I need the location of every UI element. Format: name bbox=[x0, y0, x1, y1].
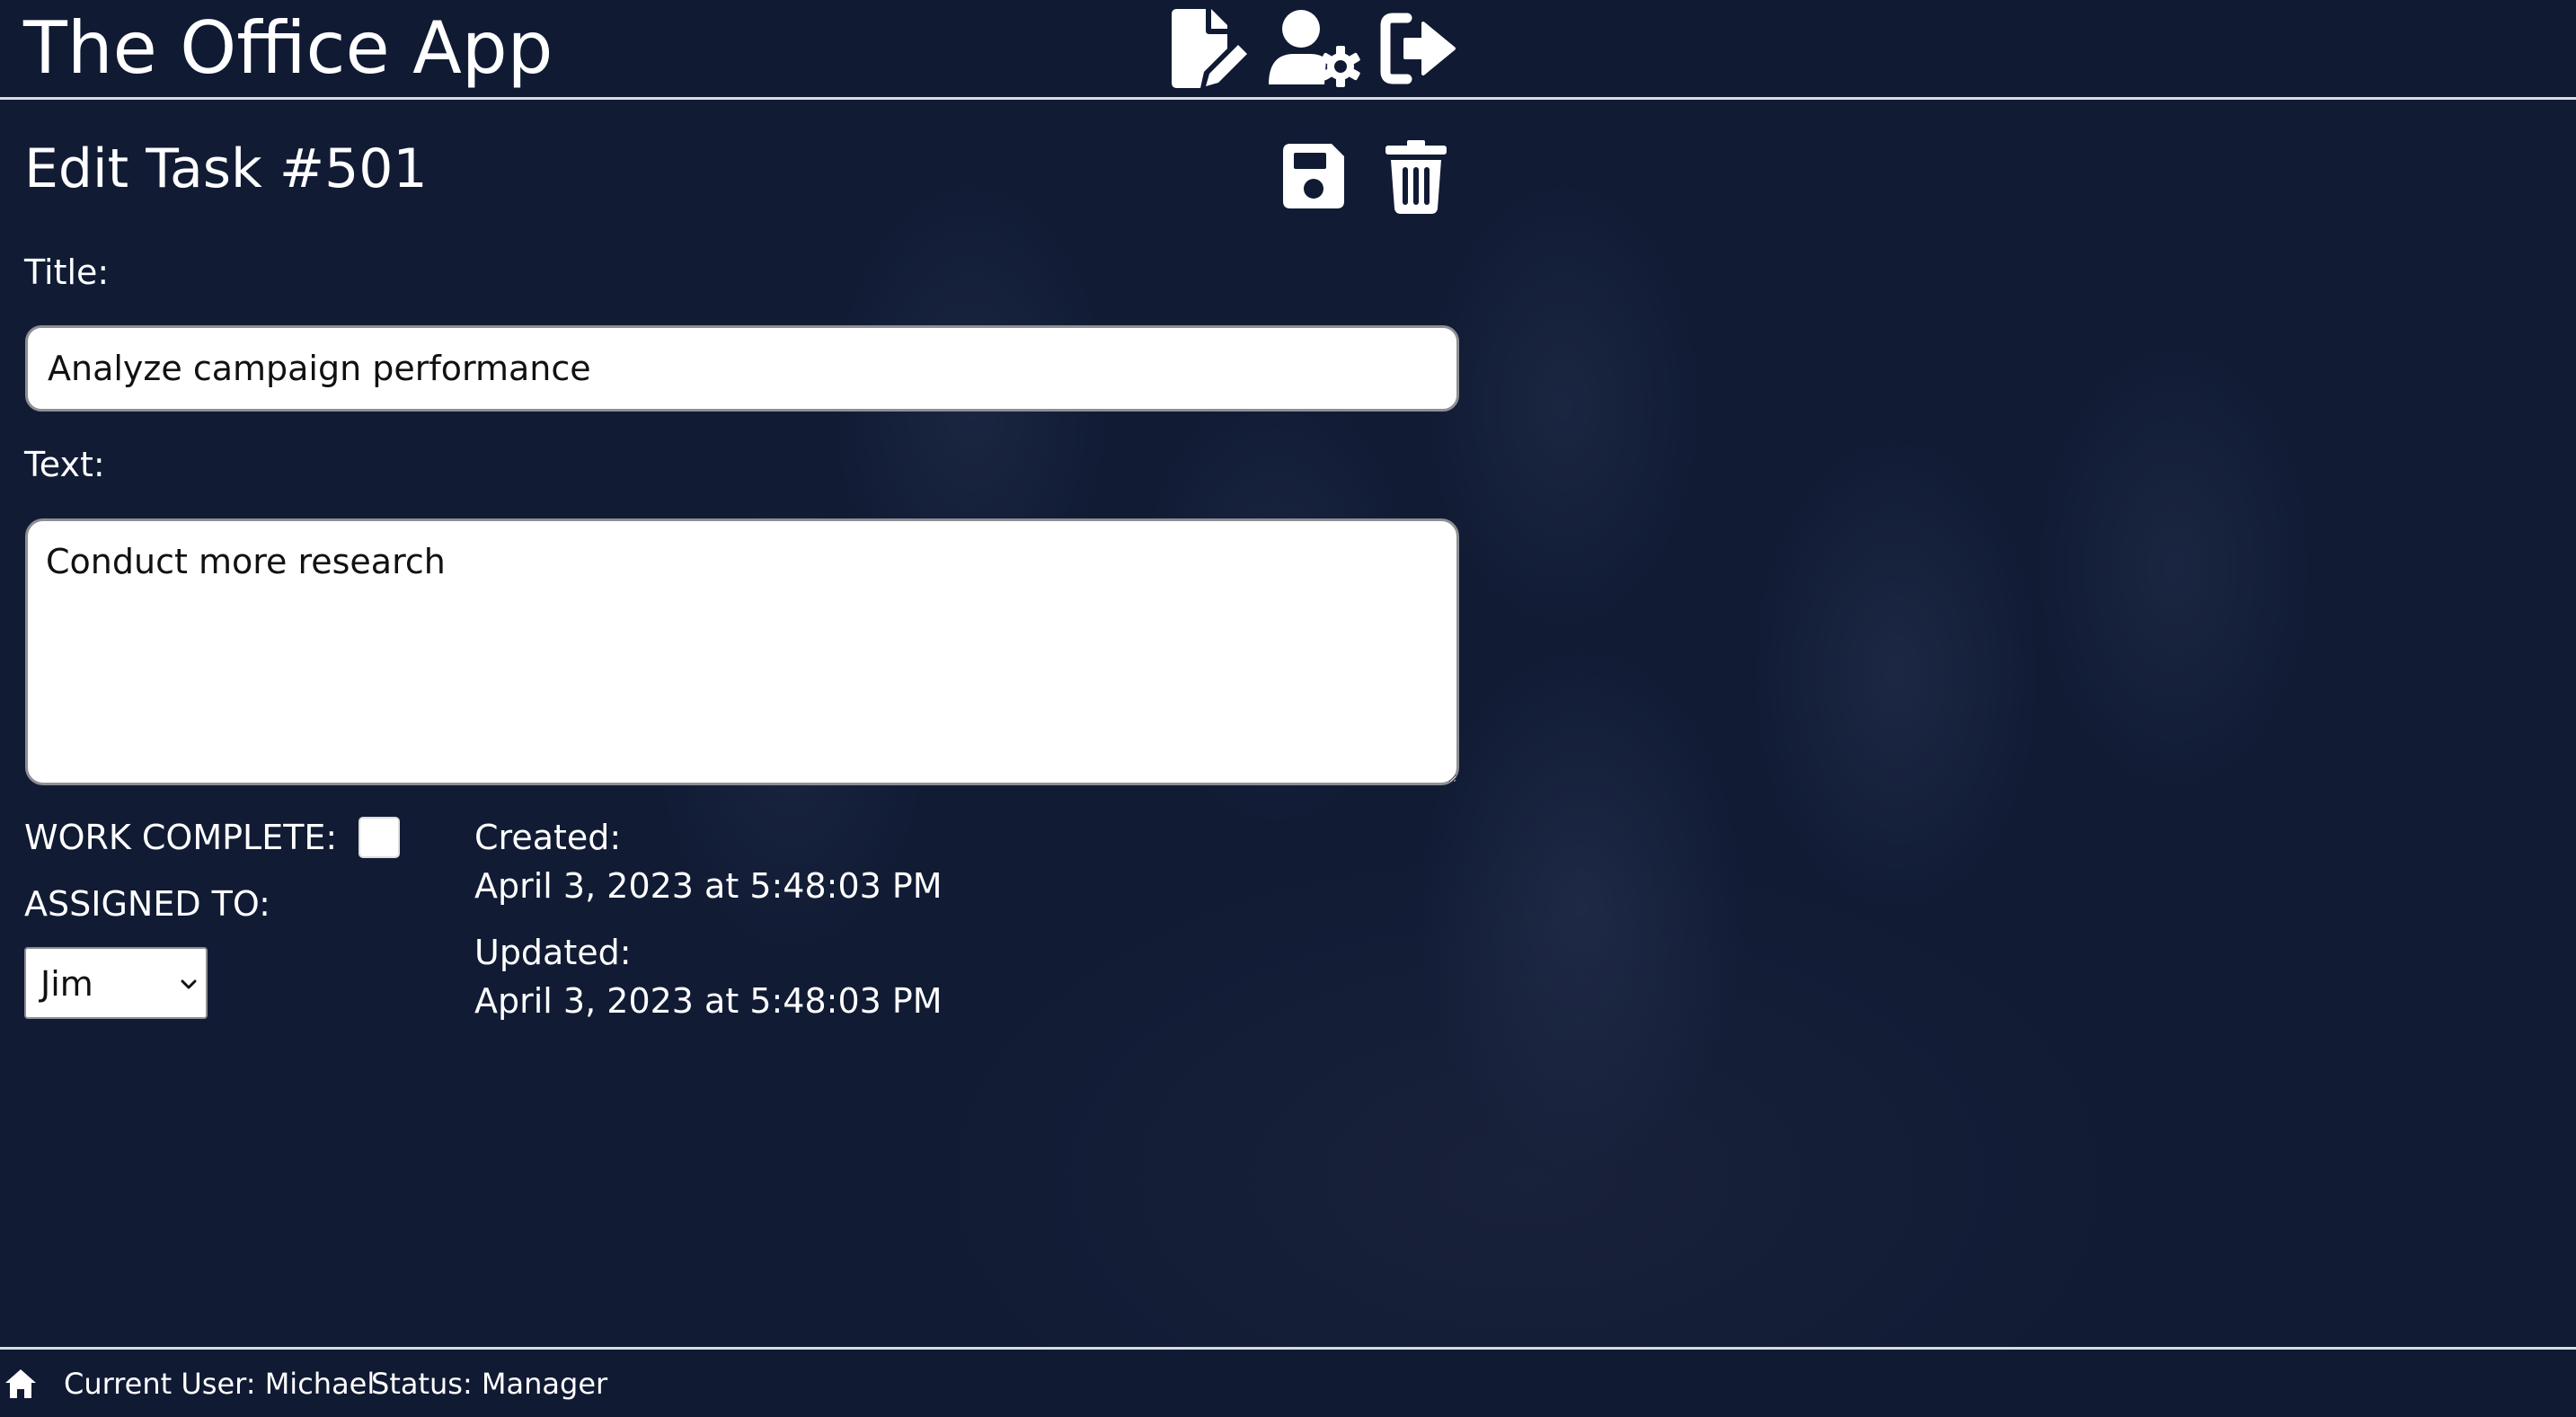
file-edit-icon[interactable] bbox=[1168, 9, 1249, 88]
user-status: Status: Manager bbox=[371, 1367, 608, 1401]
status-bar: Current User: Michael Status: Manager bbox=[0, 1347, 2576, 1417]
save-icon[interactable] bbox=[1279, 140, 1348, 212]
work-complete-checkbox[interactable] bbox=[359, 817, 400, 858]
app-title: The Office App bbox=[23, 6, 553, 90]
text-textarea[interactable]: Conduct more research bbox=[25, 518, 1459, 785]
assigned-to-value: Jim bbox=[40, 964, 93, 1004]
assigned-to-label: ASSIGNED TO: bbox=[24, 884, 270, 924]
chevron-down-icon bbox=[181, 979, 197, 989]
page-title: Edit Task #501 bbox=[24, 137, 428, 200]
current-user: Current User: Michael bbox=[64, 1367, 376, 1401]
created-label: Created: bbox=[474, 818, 622, 857]
updated-label: Updated: bbox=[474, 933, 632, 972]
app-header: The Office App bbox=[0, 0, 2576, 100]
text-label: Text: bbox=[24, 445, 105, 484]
logout-icon[interactable] bbox=[1380, 9, 1457, 88]
updated-value: April 3, 2023 at 5:48:03 PM bbox=[474, 981, 943, 1021]
assigned-to-select[interactable]: Jim bbox=[24, 947, 208, 1019]
user-settings-icon[interactable] bbox=[1269, 9, 1362, 88]
title-label: Title: bbox=[24, 252, 110, 292]
home-icon[interactable] bbox=[4, 1368, 38, 1400]
title-input[interactable] bbox=[25, 325, 1459, 412]
created-value: April 3, 2023 at 5:48:03 PM bbox=[474, 866, 943, 906]
trash-icon[interactable] bbox=[1384, 138, 1448, 214]
work-complete-label: WORK COMPLETE: bbox=[24, 818, 338, 857]
